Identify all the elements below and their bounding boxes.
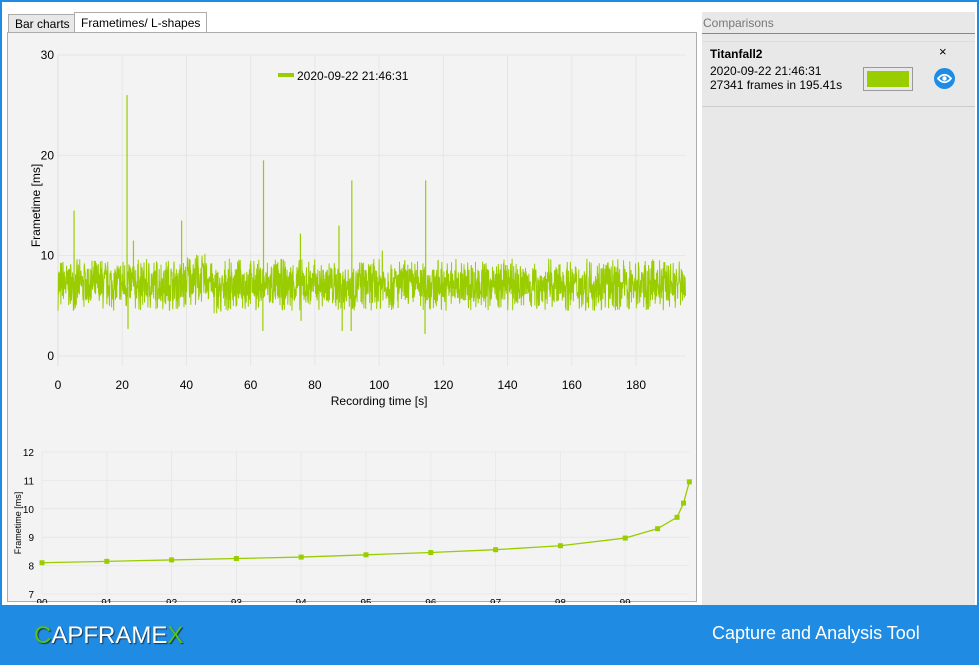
x-tick-label: 99 — [620, 598, 632, 603]
x-tick-label: 80 — [308, 378, 322, 392]
y-tick-label: 7 — [28, 590, 34, 601]
percentile-chart: 90919293949596979899789101112Percentiles… — [13, 448, 692, 603]
percentile-point — [169, 557, 175, 563]
percentile-point — [233, 556, 239, 561]
x-tick-label: 160 — [562, 378, 582, 392]
y-tick-label: 0 — [47, 349, 54, 363]
x-tick-label: 90 — [36, 598, 48, 603]
percentile-point — [363, 552, 369, 558]
x-tick-label: 93 — [231, 598, 243, 603]
y-tick-label: 20 — [41, 148, 55, 162]
y-tick-label: 30 — [41, 48, 55, 62]
comparisons-title: Comparisons — [702, 12, 975, 34]
close-icon[interactable]: × — [939, 44, 947, 59]
y-tick-label: 9 — [28, 533, 34, 544]
comparison-item[interactable]: Titanfall2 2020-09-22 21:46:31 27341 fra… — [702, 41, 975, 107]
percentile-point — [493, 547, 499, 553]
x-tick-label: 98 — [555, 598, 567, 603]
game-name: Titanfall2 — [710, 47, 763, 61]
color-picker[interactable] — [863, 67, 913, 91]
footer-bar: CAPFRAMEX Capture and Analysis Tool — [0, 605, 979, 665]
chart-panel: 0 20 40 60 80 100 120 140 160 180 0 10 20 30 Recording… — [7, 32, 697, 603]
x-tick-label: 100 — [369, 378, 389, 392]
percentile-point — [298, 554, 304, 560]
percentile-point — [674, 514, 680, 520]
y-tick-label: 12 — [23, 448, 35, 459]
y-tick-label: 10 — [41, 249, 55, 263]
y-tick-label: 8 — [28, 562, 34, 573]
y-axis-label: Frametime [ms] — [13, 492, 23, 555]
x-tick-label: 0 — [55, 378, 62, 392]
tab-frametimes[interactable]: Frametimes/ L-shapes — [74, 12, 208, 33]
x-tick-label: 140 — [498, 378, 518, 392]
record-summary: 27341 frames in 195.41s — [710, 78, 843, 92]
percentile-point — [39, 560, 45, 566]
record-date: 2020-09-22 21:46:31 — [710, 64, 822, 78]
x-tick-label: 96 — [425, 598, 437, 603]
y-tick-label: 10 — [23, 505, 35, 516]
x-tick-label: 20 — [116, 378, 130, 392]
percentile-point — [686, 479, 692, 485]
legend-label: 2020-09-22 21:46:31 — [297, 69, 409, 83]
percentile-point — [428, 550, 434, 556]
x-tick-label: 91 — [101, 598, 113, 603]
y-tick-label: 11 — [24, 476, 35, 487]
tab-bar-charts[interactable]: Bar charts — [8, 14, 77, 33]
eye-icon[interactable] — [934, 68, 955, 89]
frametime-chart: 0 20 40 60 80 100 120 140 160 180 0 10 20 30 Recording… — [29, 48, 686, 408]
percentile-point — [622, 535, 628, 541]
capframex-logo: CAPFRAMEX — [34, 622, 184, 649]
percentile-point — [681, 500, 687, 506]
x-tick-label: 97 — [490, 598, 502, 603]
x-tick-label: 120 — [433, 378, 453, 392]
percentile-point — [557, 543, 563, 549]
legend-swatch — [278, 73, 294, 77]
x-tick-label: 94 — [296, 598, 308, 603]
x-tick-label: 60 — [244, 378, 258, 392]
comparisons-panel: Comparisons Titanfall2 2020-09-22 21:46:… — [702, 12, 975, 605]
frametime-series — [57, 253, 686, 314]
x-tick-label: 92 — [166, 598, 178, 603]
percentile-point — [655, 526, 661, 532]
percentile-point — [104, 558, 110, 564]
x-axis-label: Recording time [s] — [331, 394, 428, 408]
x-tick-label: 95 — [360, 598, 372, 603]
y-axis-label: Frametime [ms] — [29, 164, 43, 247]
app-window: Bar charts Frametimes/ L-shapes 0 20 40 60 8… — [0, 0, 979, 665]
tagline: Capture and Analysis Tool — [712, 623, 920, 643]
x-tick-label: 180 — [626, 378, 646, 392]
x-tick-label: 40 — [180, 378, 194, 392]
